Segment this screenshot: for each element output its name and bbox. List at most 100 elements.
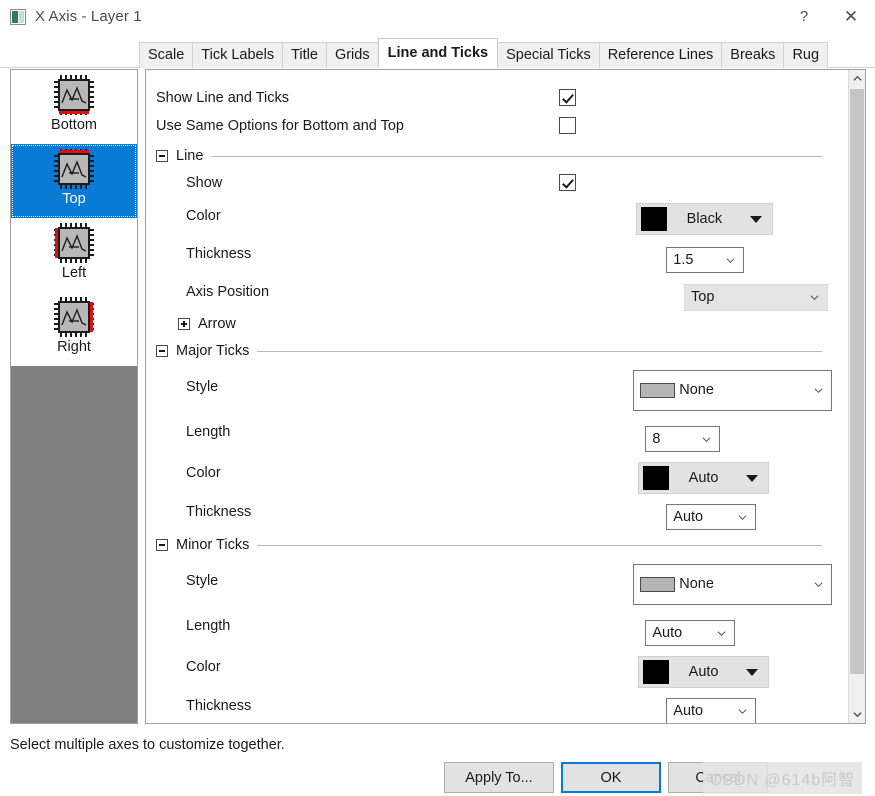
label-major-length: Length [186, 423, 231, 440]
axis-thumbnail-left-icon [54, 223, 94, 263]
group-title-minor-ticks: Minor Ticks [176, 537, 250, 553]
value-minor-thickness: Auto [673, 703, 704, 719]
chevron-down-icon [749, 216, 762, 223]
row-major-thickness: Thickness Auto [146, 493, 848, 531]
dialog-body: Bottom Top Left Right Show Line and Ticks U… [0, 68, 875, 730]
tab-scale[interactable]: Scale [139, 42, 194, 68]
axis-item-top[interactable]: Top [11, 144, 137, 218]
tab-special-ticks[interactable]: Special Ticks [497, 42, 600, 68]
label-show-line-and-ticks: Show Line and Ticks [156, 90, 289, 106]
axis-item-left[interactable]: Left [11, 218, 137, 292]
value-axis-position: Top [691, 289, 715, 305]
label-arrow: Arrow [198, 316, 236, 332]
collapse-icon-major-ticks[interactable] [156, 345, 168, 357]
settings-scroll-area: Show Line and Ticks Use Same Options for… [146, 70, 848, 723]
axis-item-label: Left [61, 265, 87, 281]
combo-major-tick-style[interactable]: None [633, 369, 833, 411]
row-line-show: Show [146, 168, 848, 197]
tab-line-and-ticks[interactable]: Line and Ticks [377, 38, 499, 68]
label-use-same-options: Use Same Options for Bottom and Top [156, 118, 404, 134]
color-picker-minor-tick-color[interactable]: Auto [637, 655, 769, 688]
group-title-major-ticks: Major Ticks [176, 343, 250, 359]
combo-minor-tick-length[interactable]: Auto [645, 619, 736, 646]
group-rule-major-ticks [257, 350, 822, 352]
row-minor-thickness: Thickness Auto [146, 687, 848, 723]
settings-pane: Show Line and Ticks Use Same Options for… [145, 69, 866, 724]
tab-rug[interactable]: Rug [783, 42, 829, 68]
combo-axis-position[interactable]: Top [684, 283, 829, 311]
tick-style-swatch-major [640, 382, 676, 398]
window-title: X Axis - Layer 1 [35, 8, 142, 25]
collapse-icon-minor-ticks[interactable] [156, 539, 168, 551]
combo-line-thickness[interactable]: 1.5 [666, 247, 745, 273]
chevron-up-icon [852, 75, 862, 81]
checkbox-use-same-options[interactable] [559, 117, 576, 134]
row-major-color: Color Auto [146, 452, 848, 494]
combo-minor-tick-thickness[interactable]: Auto [666, 698, 757, 723]
axis-item-label: Bottom [51, 117, 97, 133]
tab-title[interactable]: Title [282, 42, 327, 68]
checkbox-show-line-and-ticks[interactable] [559, 89, 576, 106]
axis-item-right[interactable]: Right [11, 292, 137, 366]
row-show-line-and-ticks: Show Line and Ticks [146, 84, 848, 112]
settings-vertical-scrollbar[interactable] [848, 70, 865, 723]
group-header-minor-ticks[interactable]: Minor Ticks [146, 533, 848, 557]
tab-reference-lines[interactable]: Reference Lines [598, 42, 723, 68]
tab-strip: Scale Tick Labels Title Grids Line and Ticks… [0, 33, 875, 68]
cancel-button[interactable]: Cancel [668, 762, 768, 793]
scroll-down-button[interactable] [849, 706, 865, 723]
row-minor-style: Style None [146, 557, 848, 605]
axis-selector-list[interactable]: Bottom Top Left Right [10, 69, 138, 724]
tab-grids[interactable]: Grids [325, 42, 379, 68]
help-button[interactable]: ? [781, 0, 827, 33]
axis-thumbnail-top-icon [54, 149, 94, 189]
tab-breaks[interactable]: Breaks [721, 42, 785, 68]
row-arrow[interactable]: Arrow [146, 311, 848, 337]
color-swatch-line-color [640, 207, 667, 231]
scroll-up-button[interactable] [849, 70, 865, 87]
row-major-length: Length 8 [146, 411, 848, 452]
label-major-thickness: Thickness [186, 504, 252, 520]
axis-item-bottom[interactable]: Bottom [11, 70, 137, 144]
color-swatch-minor-tick-color [642, 659, 669, 684]
apply-to-button[interactable]: Apply To... [444, 762, 554, 793]
color-picker-major-tick-color[interactable]: Auto [637, 461, 769, 494]
combo-major-tick-length[interactable]: 8 [645, 425, 721, 452]
color-picker-line-color[interactable]: Black [635, 203, 773, 235]
color-swatch-major-tick-color [642, 465, 669, 490]
chevron-down-icon [738, 709, 747, 715]
checkbox-line-show[interactable] [559, 174, 576, 191]
value-minor-style: None [679, 576, 714, 592]
label-major-style: Style [186, 379, 219, 395]
close-button[interactable]: ✕ [827, 0, 875, 33]
value-line-thickness: 1.5 [673, 252, 694, 268]
expand-icon-arrow[interactable] [178, 318, 190, 330]
collapse-icon-line[interactable] [156, 150, 168, 162]
combo-minor-tick-style[interactable]: None [633, 563, 833, 605]
group-rule-line [211, 155, 822, 157]
color-value-major-tick-color: Auto [688, 469, 719, 486]
chevron-down-icon [745, 668, 758, 676]
tab-tick-labels[interactable]: Tick Labels [192, 42, 284, 68]
combo-major-tick-thickness[interactable]: Auto [666, 504, 757, 530]
row-line-thickness: Thickness 1.5 [146, 235, 848, 273]
label-minor-length: Length [186, 617, 231, 634]
status-message: Select multiple axes to customize togeth… [10, 737, 285, 753]
label-axis-position: Axis Position [186, 284, 270, 300]
scroll-thumb[interactable] [850, 89, 864, 674]
settings-content: Show Line and Ticks Use Same Options for… [146, 70, 848, 723]
chevron-down-icon [810, 295, 819, 301]
axis-list-empty-area [11, 366, 137, 723]
axis-item-label: Top [62, 191, 86, 207]
row-major-style: Style None [146, 363, 848, 411]
chevron-down-icon [726, 258, 735, 264]
value-minor-length: Auto [652, 624, 683, 641]
chevron-down-icon [852, 712, 862, 718]
row-minor-length: Length Auto [146, 605, 848, 646]
group-header-line[interactable]: Line [146, 144, 848, 168]
group-header-major-ticks[interactable]: Major Ticks [146, 339, 848, 363]
scroll-track[interactable] [849, 87, 865, 706]
ok-button[interactable]: OK [561, 762, 661, 793]
label-line-color: Color [186, 208, 221, 224]
label-minor-color: Color [186, 658, 221, 675]
